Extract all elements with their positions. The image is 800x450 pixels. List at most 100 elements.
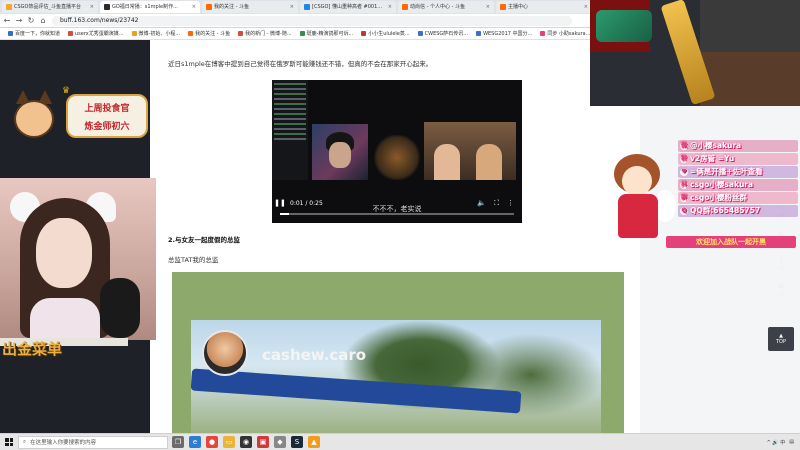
url-field[interactable]: buff.163.com/news/23742 [52, 15, 572, 26]
edge-icon[interactable]: e [189, 436, 201, 448]
bookmark-item[interactable]: 同步 小助sakura... [540, 30, 590, 37]
search-icon: ⌕ [23, 438, 27, 445]
sakura-line-text: @小樱sakura [690, 141, 742, 150]
tab-favicon-icon [206, 4, 212, 10]
banner-line-2: 炼金师初六 [84, 122, 130, 132]
section-caption: 总监TAT我的总监 [168, 256, 219, 264]
social-icon: Q [680, 207, 688, 215]
bookmark-label: 微博-初始、小程... [138, 31, 181, 37]
bookmark-icon [540, 31, 546, 36]
bookmark-item[interactable]: 斑鹿-精演鸽那可诉... [299, 30, 354, 37]
bookmark-item[interactable]: 小小生ululele蒸... [361, 30, 410, 37]
app-orange-icon[interactable]: ▲ [308, 436, 320, 448]
bookmark-item[interactable]: userx尤秀蛋霸演媒... [68, 30, 124, 37]
bookmark-label: CWESG萨石传讯... [424, 31, 469, 37]
home-icon[interactable]: ⌂ [38, 16, 48, 25]
notification-icon[interactable]: ▤ [789, 439, 794, 445]
tab-label: CSGO饰品评估_斗鱼直播平台 [14, 4, 81, 10]
banner-capsule: 上周投食官 炼金师初六 [66, 94, 148, 138]
bookmark-icon [238, 31, 244, 36]
bookmark-icon [68, 31, 74, 36]
feedback-button[interactable]: ✉ 反馈 [769, 278, 793, 300]
sakura-line-text: v2房管 =Yu [690, 154, 735, 163]
browser-tab[interactable]: 主播中心 × [496, 1, 592, 13]
close-icon[interactable]: × [584, 1, 588, 13]
explorer-icon[interactable]: ▭ [223, 436, 235, 448]
sakura-info-line: 抖 csgo小樱sakura [678, 179, 798, 191]
task-view-icon[interactable]: ❐ [172, 436, 184, 448]
sakura-line-text: csgo小樱sakura [690, 180, 754, 189]
social-icon: ♥ [680, 168, 688, 176]
close-icon[interactable]: × [388, 1, 392, 13]
browser-tab[interactable]: GO福日常播：s1mple制作... × [100, 1, 200, 13]
bookmark-label: 斑鹿-精演鸽那可诉... [306, 31, 354, 37]
video-player[interactable]: ❚❚ 0:01 / 0:25 🔈 ⛶ ⋮ 不不不，老实说 [272, 80, 522, 223]
section-heading: 2.与女友一起度假的总监 [168, 236, 240, 244]
bookmark-icon [131, 31, 137, 36]
bookmark-icon [188, 31, 194, 36]
bookmark-item[interactable]: 我的新门 - 微博-随... [238, 30, 292, 37]
chrome-icon[interactable]: ● [206, 436, 218, 448]
bookmark-item[interactable]: 微博-初始、小程... [131, 30, 181, 37]
tab-favicon-icon [6, 4, 12, 10]
tab-label: GO福日常播：s1mple制作... [112, 4, 178, 10]
social-icon: 粉 [680, 155, 688, 163]
close-icon[interactable]: × [192, 1, 196, 13]
sakura-info-line: Q QQ群:665485757 [678, 205, 798, 217]
crown-icon: ♛ [62, 86, 71, 96]
close-icon[interactable]: × [90, 1, 94, 13]
tab-label: 主播中心 [508, 4, 529, 10]
obs-icon[interactable]: ◉ [240, 436, 252, 448]
bookmark-label: 同步 小助sakura... [547, 31, 591, 37]
streamer-webcam [0, 178, 156, 340]
back-to-top-button[interactable]: ▲ TOP [768, 327, 794, 351]
microphone-icon [100, 278, 140, 338]
taskbar-search[interactable]: ⌕ 在这里输入你要搜索的内容 [18, 435, 168, 449]
sakura-line-text: =俩是开播+佐叶查看 [690, 167, 763, 176]
gun-skin-icon [596, 10, 652, 42]
bookmark-item[interactable]: CWESG萨石传讯... [417, 30, 469, 37]
back-icon[interactable]: ← [2, 16, 12, 25]
bookmark-icon [476, 31, 482, 36]
browser-tab[interactable]: 动尚信 - 个人中心 - 斗鱼 × [398, 1, 494, 13]
close-icon[interactable]: × [486, 1, 490, 13]
browser-tab[interactable]: [CSGO] 懂山重种高者 #001... × [300, 1, 396, 13]
social-icon: 抖 [680, 181, 688, 189]
bookmark-icon [361, 31, 367, 36]
bookmark-item[interactable]: 百度一下，你就知道 [8, 30, 60, 37]
video-progress-bar[interactable] [280, 213, 514, 215]
bookmark-item[interactable]: 我的关注 - 斗鱼 [188, 30, 230, 37]
bookmark-label: 小小生ululele蒸... [368, 31, 410, 37]
app-gray-icon[interactable]: ◆ [274, 436, 286, 448]
app-red-icon[interactable]: ▣ [257, 436, 269, 448]
sakura-line-text: csgo小樱粉丝群 [690, 193, 747, 202]
profile-avatar [202, 330, 248, 376]
tab-favicon-icon [104, 4, 110, 10]
share-button[interactable]: ⇪ 分享 [769, 252, 793, 274]
system-tray: ^ 🔊 中 ▤ [767, 439, 800, 446]
steam-icon[interactable]: S [291, 436, 303, 448]
bookmark-label: WESG2017 中国分... [483, 31, 533, 37]
screen: CSGO饰品评估_斗鱼直播平台 × GO福日常播：s1mple制作... × 我的关注 … [0, 0, 800, 450]
tab-favicon-icon [500, 4, 506, 10]
start-button[interactable] [0, 434, 18, 450]
browser-tab[interactable]: CSGO饰品评估_斗鱼直播平台 × [2, 1, 98, 13]
bookmark-label: userx尤秀蛋霸演媒... [75, 31, 124, 37]
article-intro: 近日s1mple在博客中提到自己觉得在俄罗斯可能赚钱还不错，但真的不会在那家开心… [168, 60, 433, 68]
sakura-info-line: ♥ =俩是开播+佐叶查看 [678, 166, 798, 178]
video-face-thumbnail [312, 124, 368, 180]
close-icon[interactable]: × [290, 1, 294, 13]
stream-chat [272, 80, 308, 180]
article: 近日s1mple在博客中提到自己觉得在俄罗斯可能赚钱还不错，但真的不会在那家开心… [150, 40, 640, 433]
banner-badge: ♛ 上周投食官 炼金师初六 [4, 86, 152, 154]
feedback-icon: ✉ [777, 281, 785, 291]
bookmark-label: 我的关注 - 斗鱼 [195, 31, 231, 37]
browser-tab[interactable]: 我的关注 - 斗鱼 × [202, 1, 298, 13]
bookmark-item[interactable]: WESG2017 中国分... [476, 30, 532, 37]
forward-icon[interactable]: → [14, 16, 24, 25]
sakura-bottom-banner: 欢迎加入战队一起开黑 [666, 236, 796, 248]
tab-label: 动尚信 - 个人中心 - 斗鱼 [410, 4, 465, 10]
video-progress-fill [280, 213, 290, 215]
refresh-icon[interactable]: ↻ [26, 16, 36, 25]
article-photo: cashew.caro [172, 272, 624, 433]
